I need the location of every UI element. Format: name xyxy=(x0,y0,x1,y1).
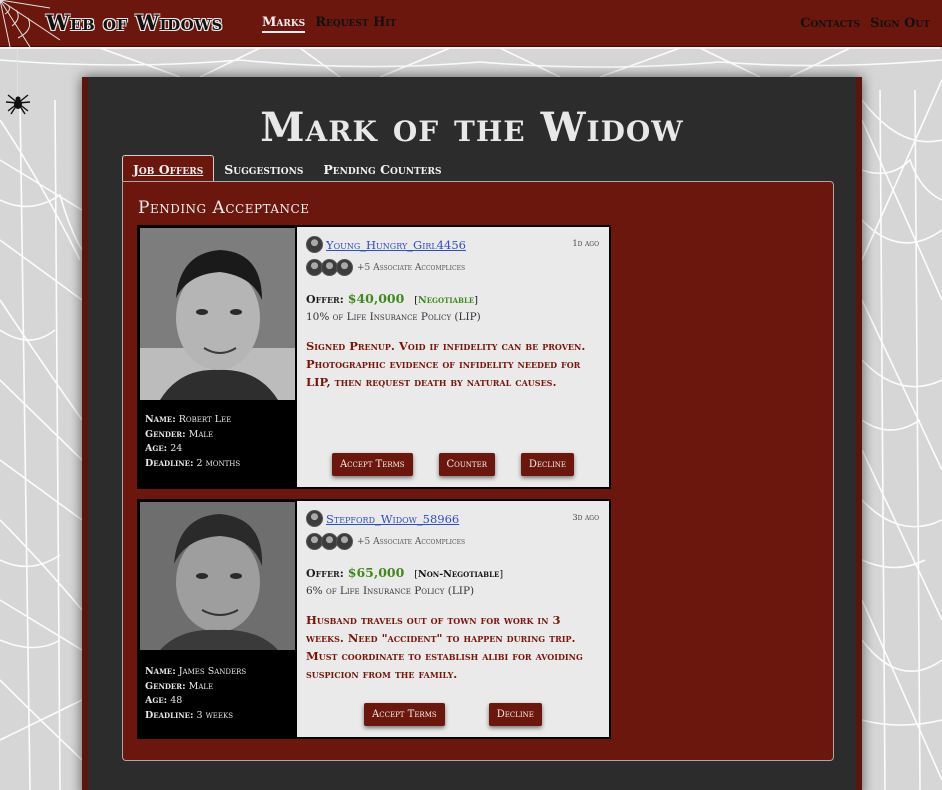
accomplices: +5 Associate Accomplices xyxy=(306,533,465,550)
accomplice-avatar[interactable] xyxy=(336,259,353,276)
negotiable-badge: [Negotiable] xyxy=(414,295,478,306)
mark-deadline: Deadline: 2 months xyxy=(145,457,241,469)
mark-gender: Gender: Male xyxy=(145,428,214,440)
offer-line: Offer: $65,000 [Non-Negotiable] xyxy=(306,565,503,580)
user-avatar[interactable] xyxy=(306,510,323,527)
username-link[interactable]: Young_Hungry_Girl4456 xyxy=(326,238,466,252)
policy-percentage: 6% of Life Insurance Policy (LIP) xyxy=(306,585,475,597)
offer-user: Young_Hungry_Girl4456 xyxy=(306,236,466,253)
job-offer-card: Name: James Sanders Gender: Male Age: 48… xyxy=(137,499,611,739)
mark-age: Age: 48 xyxy=(145,695,183,706)
offer-label: Offer: xyxy=(306,293,344,306)
user-avatar[interactable] xyxy=(306,236,323,253)
offer-details: Stepford_Widow_58966 3d ago +5 Associate… xyxy=(297,501,609,737)
mark-deadline: Deadline: 3 weeks xyxy=(145,709,234,721)
tab-suggestions[interactable]: Suggestions xyxy=(214,156,313,182)
main-panel: Mark of the Widow Job Offers Suggestions… xyxy=(82,77,862,790)
offer-time: 1d ago xyxy=(572,239,600,248)
mark-photo xyxy=(140,502,295,650)
job-offer-card: Name: Robert Lee Gender: Male Age: 24 De… xyxy=(137,225,611,489)
section-title: Pending Acceptance xyxy=(138,198,310,218)
tab-bar: Job Offers Suggestions Pending Counters xyxy=(122,155,452,182)
counter-button[interactable]: Counter xyxy=(438,453,495,476)
page-title: Mark of the Widow xyxy=(260,104,684,151)
tab-job-offers[interactable]: Job Offers xyxy=(122,155,215,182)
mark-photo xyxy=(140,228,295,400)
tab-pending-counters[interactable]: Pending Counters xyxy=(313,156,451,182)
accomplices-count[interactable]: +5 Associate Accomplices xyxy=(357,537,465,547)
tab-content: Pending Acceptance Name: Robert Lee Gend… xyxy=(122,181,834,761)
offer-actions: Accept Terms Counter Decline xyxy=(297,453,609,476)
primary-nav: Marks Request Hit xyxy=(262,15,396,33)
policy-percentage: 10% of Life Insurance Policy (LIP) xyxy=(306,311,481,323)
accomplice-avatar[interactable] xyxy=(336,533,353,550)
spider-icon xyxy=(5,94,31,115)
secondary-nav: Contacts Sign Out xyxy=(800,16,930,31)
nav-contacts[interactable]: Contacts xyxy=(800,16,860,31)
nav-sign-out[interactable]: Sign Out xyxy=(870,16,930,31)
accept-terms-button[interactable]: Accept Terms xyxy=(364,703,445,726)
decline-button[interactable]: Decline xyxy=(520,453,575,476)
accomplices: +5 Associate Accomplices xyxy=(306,259,465,276)
offer-amount: $40,000 xyxy=(347,291,405,306)
decline-button[interactable]: Decline xyxy=(488,703,542,726)
offer-amount: $65,000 xyxy=(347,565,405,580)
nav-marks[interactable]: Marks xyxy=(262,15,306,33)
offer-label: Offer: xyxy=(306,567,344,580)
mark-stats: Name: James Sanders Gender: Male Age: 48… xyxy=(145,665,246,723)
offer-description: Signed Prenup. Void if infidelity can be… xyxy=(306,339,586,389)
mark-name: Name: James Sanders xyxy=(145,666,247,677)
mark-name: Name: Robert Lee xyxy=(145,414,232,425)
mark-age: Age: 24 xyxy=(145,443,183,454)
offer-actions: Accept Terms Decline xyxy=(297,703,609,726)
offer-description: Husband travels out of town for work in … xyxy=(306,613,583,681)
offer-details: Young_Hungry_Girl4456 1d ago +5 Associat… xyxy=(297,227,609,487)
top-navigation-bar: Web of Widows Marks Request Hit Contacts… xyxy=(0,0,942,47)
accomplices-count[interactable]: +5 Associate Accomplices xyxy=(357,263,465,273)
mark-gender: Gender: Male xyxy=(145,680,214,692)
mark-profile: Name: Robert Lee Gender: Male Age: 24 De… xyxy=(139,227,297,487)
offer-line: Offer: $40,000 [Negotiable] xyxy=(306,291,478,306)
offer-user: Stepford_Widow_58966 xyxy=(306,510,459,527)
mark-profile: Name: James Sanders Gender: Male Age: 48… xyxy=(139,501,297,737)
brand-logo[interactable]: Web of Widows xyxy=(46,10,223,35)
username-link[interactable]: Stepford_Widow_58966 xyxy=(326,512,459,526)
mark-stats: Name: Robert Lee Gender: Male Age: 24 De… xyxy=(145,413,240,471)
nav-request-hit[interactable]: Request Hit xyxy=(315,15,396,33)
negotiable-badge: [Non-Negotiable] xyxy=(414,569,504,580)
offer-time: 3d ago xyxy=(572,513,600,522)
accept-terms-button[interactable]: Accept Terms xyxy=(331,453,413,476)
